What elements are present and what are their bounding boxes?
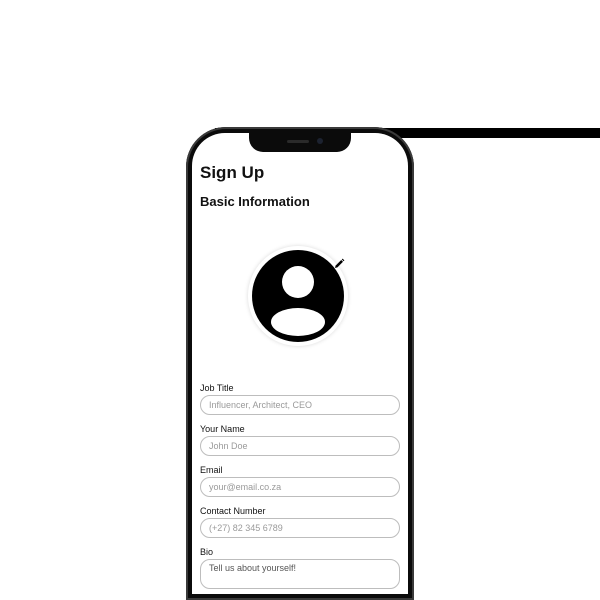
page-title: Sign Up <box>200 163 265 182</box>
phone-screen: Sign Up Basic Information Job Title Infl… <box>192 133 408 594</box>
bio-input[interactable] <box>200 559 400 589</box>
pencil-icon[interactable] <box>333 258 345 270</box>
bio-label: Bio <box>200 547 214 557</box>
contact-label: Contact Number <box>200 506 266 516</box>
name-label: Your Name <box>200 424 245 434</box>
email-input[interactable] <box>200 477 400 497</box>
phone-notch <box>249 133 351 152</box>
job-title-input[interactable] <box>200 395 400 415</box>
email-label: Email <box>200 465 223 475</box>
speaker-icon <box>287 140 309 143</box>
job-title-label: Job Title <box>200 383 234 393</box>
user-avatar-icon <box>252 250 344 342</box>
contact-input[interactable] <box>200 518 400 538</box>
name-input[interactable] <box>200 436 400 456</box>
camera-icon <box>317 138 323 144</box>
section-title: Basic Information <box>200 194 310 209</box>
phone-frame: Sign Up Basic Information Job Title Infl… <box>186 127 414 600</box>
stage: Sign Up Basic Information Job Title Infl… <box>0 0 600 600</box>
